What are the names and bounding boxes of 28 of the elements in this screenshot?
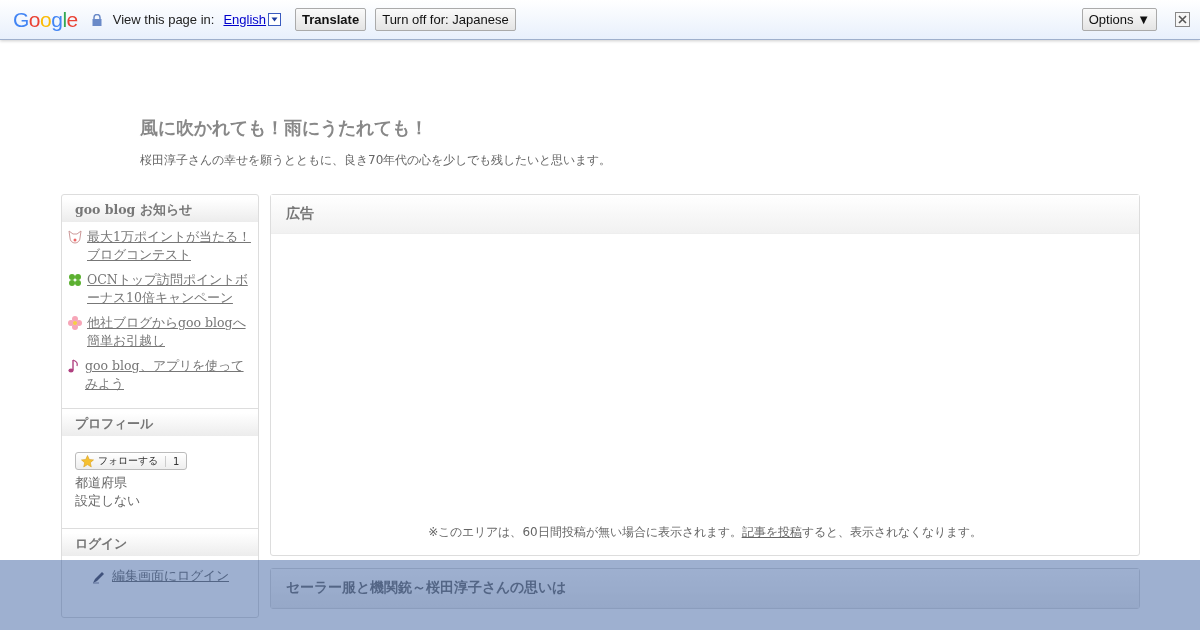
ad-notice: ※このエリアは、60日間投稿が無い場合に表示されます。記事を投稿すると、表示されなくなります。 bbox=[427, 524, 983, 541]
prompt-label: View this page in: bbox=[112, 12, 215, 27]
turn-off-button[interactable]: Turn off for: Japanese bbox=[375, 8, 516, 31]
article-title: セーラー服と機関銃～桜田淳子さんの思いは bbox=[271, 569, 1139, 608]
card-title: 広告 bbox=[271, 195, 1139, 234]
notice-link[interactable]: 他社ブログからgoo blogへ簡単お引越し bbox=[87, 314, 252, 350]
star-icon bbox=[81, 454, 94, 468]
pencil-icon bbox=[92, 569, 106, 584]
notice-link[interactable]: 最大1万ポイントが当たる！ブログコンテスト bbox=[87, 228, 252, 264]
google-logo: Google bbox=[13, 7, 78, 32]
blog-description: 桜田淳子さんの幸せを願うとともに、良き70年代の心を少しでも残したいと思います。 bbox=[140, 152, 613, 169]
notice-link[interactable]: goo blog、アプリを使ってみよう bbox=[85, 357, 252, 393]
dropdown-icon[interactable] bbox=[268, 13, 282, 26]
post-article-link[interactable]: 記事を投稿 bbox=[741, 525, 802, 539]
section-heading: プロフィール bbox=[62, 413, 258, 436]
music-note-icon bbox=[68, 359, 80, 373]
prefecture-label: 都道府県 bbox=[75, 474, 128, 492]
flower-icon bbox=[68, 316, 82, 330]
notice-link[interactable]: OCNトップ訪問ポイントボーナス10倍キャンペーン bbox=[87, 271, 252, 307]
blog-title: 風に吹かれても！雨にうたれても！ bbox=[140, 116, 429, 140]
translate-button[interactable]: Translate bbox=[295, 8, 367, 31]
lock-icon bbox=[91, 13, 102, 26]
options-button[interactable]: Options ▼ bbox=[1081, 8, 1157, 31]
follow-button[interactable]: フォローする 1 bbox=[75, 452, 188, 470]
language-link[interactable]: English bbox=[223, 12, 267, 27]
clover-icon bbox=[68, 273, 82, 287]
prefecture-value: 設定しない bbox=[75, 492, 141, 510]
close-icon[interactable] bbox=[1175, 12, 1190, 27]
